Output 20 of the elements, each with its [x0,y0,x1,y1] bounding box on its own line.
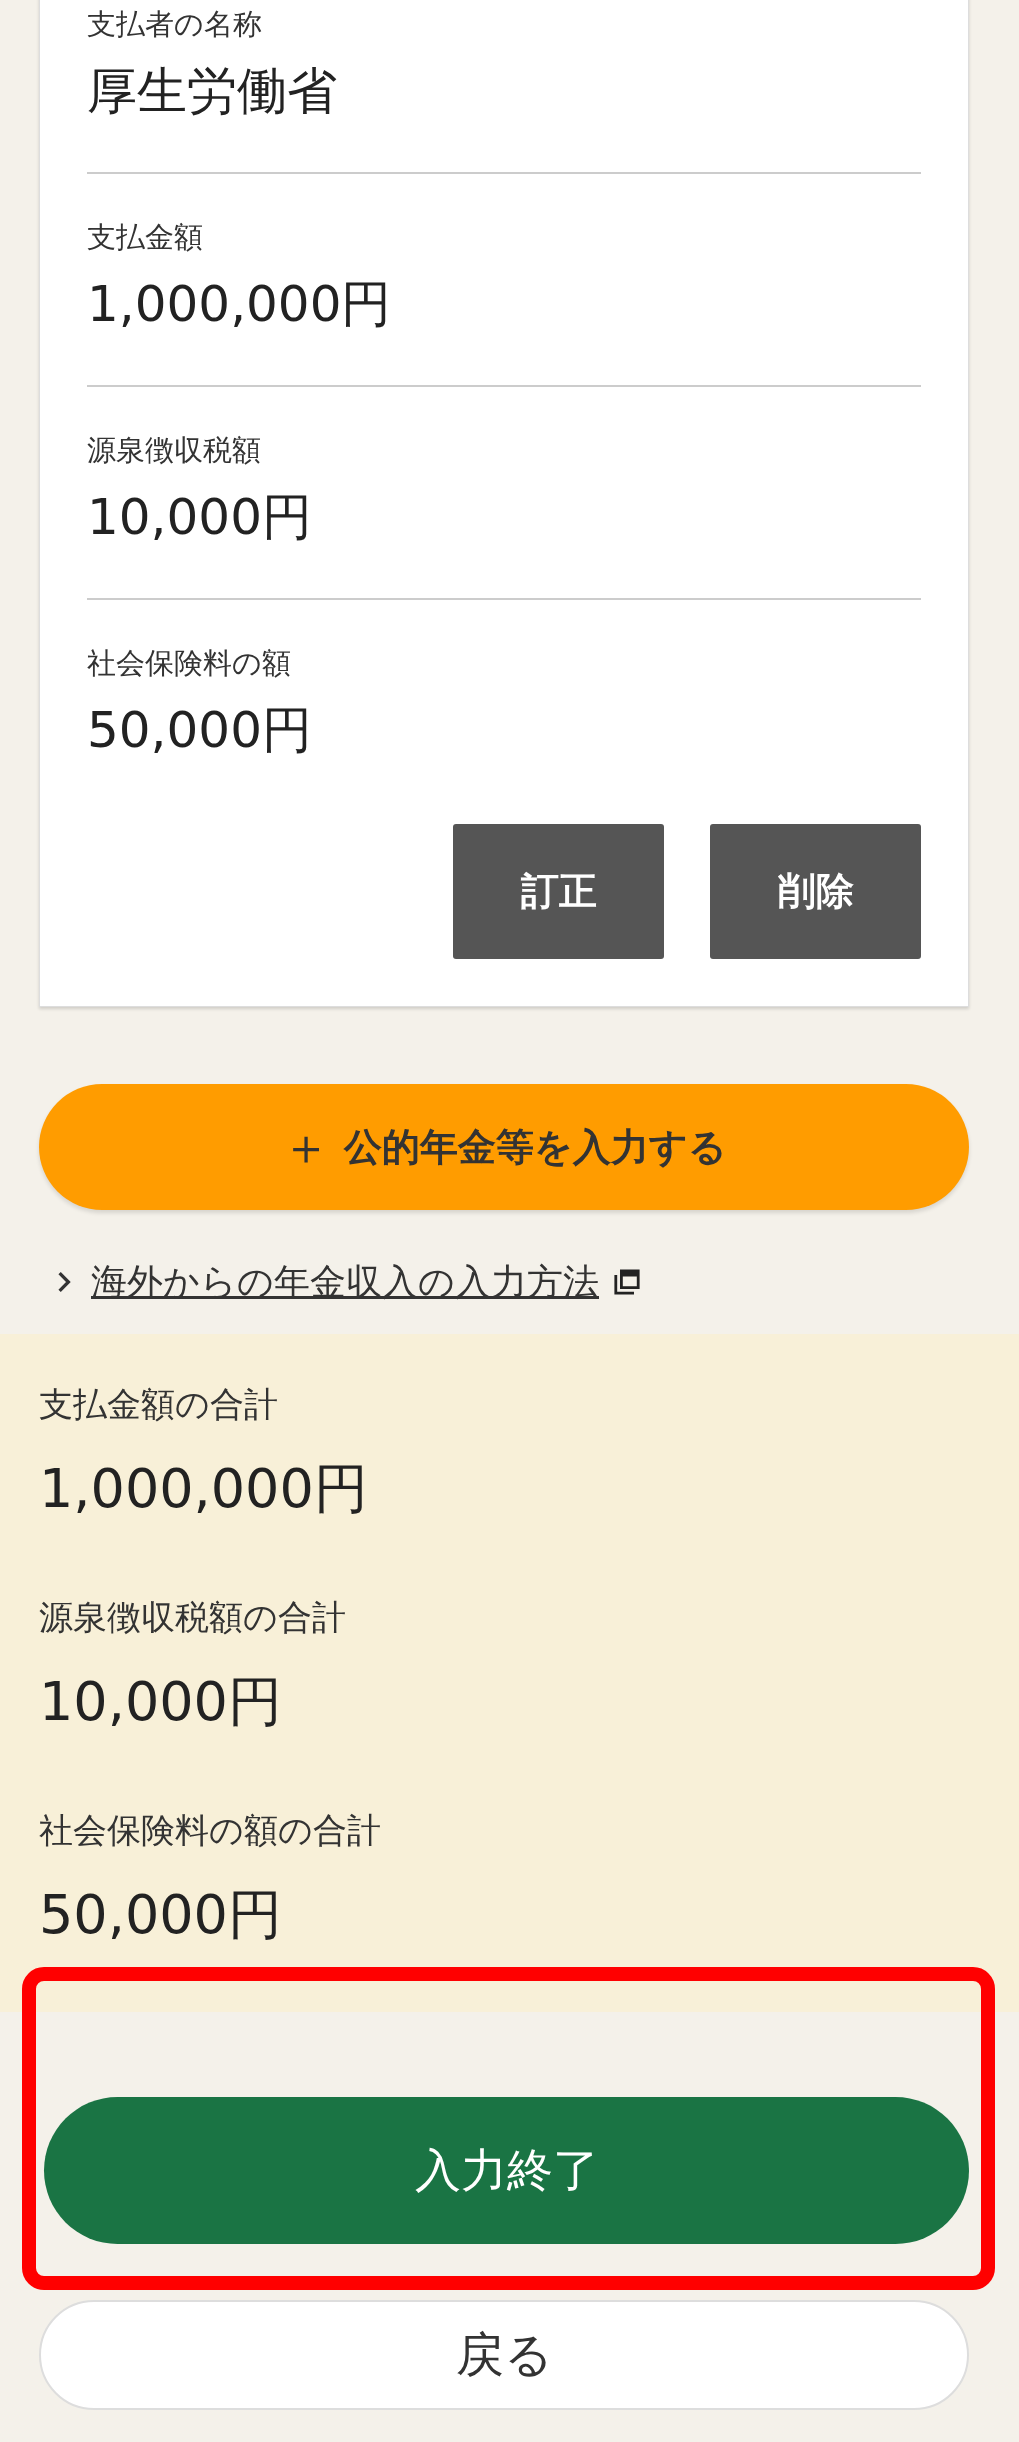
field-label: 社会保険料の額 [87,645,292,682]
chevron-icon [57,1271,71,1293]
total-value: 10,000円 [39,1669,283,1735]
total-value: 50,000円 [39,1882,283,1948]
field-value: 10,000円 [87,487,313,548]
finish-button[interactable]: 入力終了 [44,2097,969,2244]
total-label: 源泉徴収税額の合計 [39,1596,347,1639]
field-value: 50,000円 [87,700,313,761]
back-button[interactable]: 戻る [39,2300,969,2410]
edit-button[interactable]: 訂正 [453,824,664,959]
total-label: 社会保険料の額の合計 [39,1809,382,1852]
total-value: 1,000,000円 [39,1456,369,1522]
field-label: 支払者の名称 [87,6,263,43]
total-label: 支払金額の合計 [39,1383,279,1426]
field-label: 源泉徴収税額 [87,432,262,469]
help-link[interactable]: 海外からの年金収入の入力方法 [91,1257,599,1307]
field-label: 支払金額 [87,219,204,256]
field-value: 厚生労働省 [87,61,338,122]
field-value: 1,000,000円 [87,274,393,335]
delete-button[interactable]: 削除 [710,824,921,959]
